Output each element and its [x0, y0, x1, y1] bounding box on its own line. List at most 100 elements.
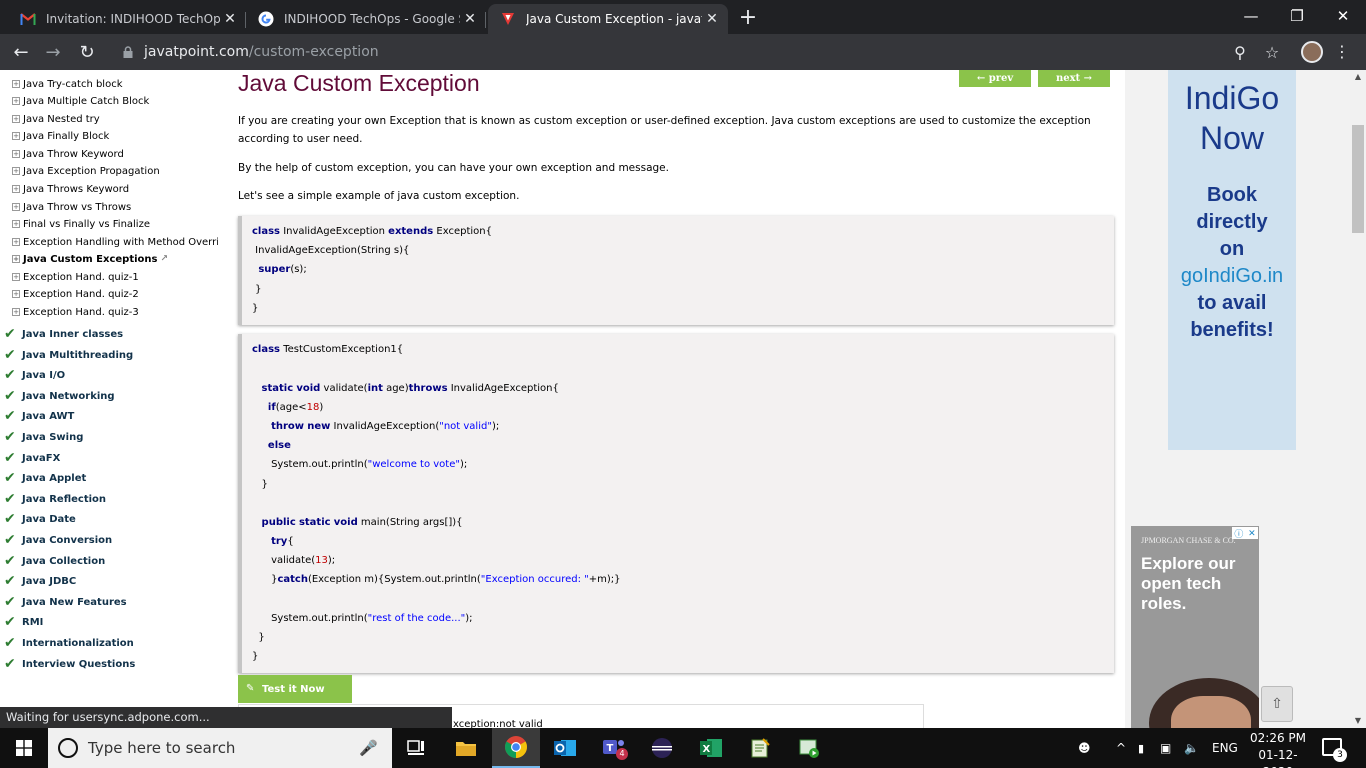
expand-icon: + — [12, 203, 20, 211]
search-placeholder: Type here to search — [88, 739, 236, 757]
zoom-icon[interactable]: ⚲ — [1230, 42, 1250, 62]
tutorial-sidebar: + Java Try-catch block + Java Multiple Cat… — [0, 70, 225, 728]
sidebar-section[interactable]: ✔ Java I/O — [4, 367, 65, 383]
sidebar-section[interactable]: ✔ Java Collection — [4, 553, 105, 569]
tab-java-custom-exception[interactable]: Java Custom Exception - javatpoi ✕ — [488, 4, 728, 34]
sidebar-item[interactable]: + Java Throw vs Throws — [12, 199, 131, 215]
sidebar-section[interactable]: ✔ Java Networking — [4, 388, 115, 404]
tab-gmail[interactable]: Invitation: INDIHOOD TechOps (T ✕ — [8, 4, 246, 34]
sidebar-section[interactable]: ✔ Java Inner classes — [4, 326, 123, 342]
menu-icon[interactable]: ⋮ — [1332, 42, 1352, 62]
sidebar-item[interactable]: + Exception Hand. quiz-3 — [12, 304, 139, 320]
network-icon[interactable]: ▣ — [1160, 728, 1171, 768]
excel-app[interactable]: X — [687, 728, 735, 768]
show-hidden-icons[interactable]: ^ — [1116, 728, 1126, 768]
test-it-now-button[interactable]: ✎ Test it Now — [238, 675, 352, 703]
folder-icon — [456, 742, 476, 756]
ad-choices-icon[interactable]: ⓘ ✕ — [1232, 527, 1258, 539]
sidebar-item[interactable]: + Exception Handling with Method Overric — [12, 234, 218, 250]
scrollbar-thumb[interactable] — [1352, 125, 1364, 233]
close-tab-icon[interactable]: ✕ — [702, 11, 722, 27]
scroll-to-top-button[interactable]: ⇧ — [1261, 686, 1293, 722]
sidebar-item[interactable]: + Java Try-catch block — [12, 76, 123, 92]
reload-button[interactable]: ↻ — [74, 39, 100, 65]
tab-title: INDIHOOD TechOps - Google Se — [284, 12, 460, 26]
sidebar-section[interactable]: ✔ Java JDBC — [4, 573, 76, 589]
sidebar-section[interactable]: ✔ Java Multithreading — [4, 347, 133, 363]
back-button[interactable]: ← — [8, 39, 34, 65]
notepad-app[interactable] — [736, 728, 784, 768]
sidebar-section[interactable]: ✔ Java AWT — [4, 408, 74, 424]
expand-icon: + — [12, 220, 20, 228]
media-app[interactable] — [785, 728, 833, 768]
code-line: super(s); — [258, 264, 307, 275]
sidebar-section[interactable]: ✔ Java Swing — [4, 429, 83, 445]
minimize-button[interactable]: — — [1228, 0, 1274, 32]
bookmark-star-icon[interactable]: ☆ — [1262, 42, 1282, 62]
sidebar-section[interactable]: ✔ Java New Features — [4, 594, 127, 610]
file-explorer-app[interactable] — [442, 728, 490, 768]
sidebar-item[interactable]: + Final vs Finally vs Finalize — [12, 216, 150, 232]
lock-icon — [123, 46, 133, 58]
scroll-up-arrow[interactable]: ▲ — [1350, 70, 1366, 84]
profile-avatar[interactable] — [1301, 41, 1323, 63]
next-button[interactable]: next → — [1038, 70, 1110, 87]
close-window-button[interactable]: ✕ — [1320, 0, 1366, 32]
start-button[interactable] — [0, 728, 48, 768]
url-host: javatpoint.com — [144, 44, 249, 60]
code-block[interactable]: class TestCustomException1{ static void … — [238, 334, 1114, 673]
address-bar[interactable]: javatpoint.com/custom-exception — [108, 38, 1288, 66]
tab-google-search[interactable]: INDIHOOD TechOps - Google Se ✕ — [246, 4, 486, 34]
volume-icon[interactable]: 🔈 — [1184, 728, 1199, 768]
sidebar-item[interactable]: + Exception Hand. quiz-1 — [12, 269, 139, 285]
expand-icon: + — [12, 185, 20, 193]
expand-icon: + — [12, 115, 20, 123]
sidebar-section[interactable]: ✔ Java Applet — [4, 470, 86, 486]
task-view-button[interactable] — [392, 728, 440, 768]
tab-title: Invitation: INDIHOOD TechOps (T — [46, 12, 220, 26]
taskbar-search[interactable]: Type here to search 🎤 — [48, 728, 392, 768]
notepad-icon — [751, 738, 770, 758]
outlook-app[interactable] — [541, 728, 589, 768]
chrome-app[interactable] — [492, 728, 540, 768]
battery-icon[interactable]: ▮ — [1138, 728, 1144, 768]
close-tab-icon[interactable]: ✕ — [460, 11, 480, 27]
check-icon: ✔ — [4, 367, 16, 383]
sidebar-section[interactable]: ✔ Java Date — [4, 511, 76, 527]
gmail-icon — [20, 11, 36, 27]
sidebar-section[interactable]: ✔ Internationalization — [4, 635, 134, 651]
vertical-scrollbar[interactable]: ▲ ▼ — [1350, 70, 1366, 728]
restore-button[interactable]: ❐ — [1274, 0, 1320, 32]
sidebar-item[interactable]: + Java Finally Block — [12, 128, 109, 144]
sidebar-section[interactable]: ✔ JavaFX — [4, 450, 60, 466]
system-clock[interactable]: 02:26 PM 01-12-2020 — [1244, 730, 1312, 768]
sidebar-section[interactable]: ✔ Java Reflection — [4, 491, 106, 507]
microphone-icon[interactable]: 🎤 — [359, 739, 378, 757]
forward-button[interactable]: → — [40, 39, 66, 65]
teams-app[interactable]: T 4 — [590, 728, 638, 768]
check-icon: ✔ — [4, 491, 16, 507]
sidebar-item[interactable]: + Exception Hand. quiz-2 — [12, 286, 139, 302]
sidebar-item[interactable]: + Java Throws Keyword — [12, 181, 129, 197]
cortana-icon — [58, 738, 78, 758]
sidebar-item[interactable]: + Java Nested try — [12, 111, 100, 127]
sidebar-section[interactable]: ✔ Java Conversion — [4, 532, 112, 548]
jpmorgan-ad[interactable]: JPMORGAN CHASE & CO. Explore our open te… — [1131, 526, 1259, 728]
scroll-down-arrow[interactable]: ▼ — [1350, 714, 1366, 728]
close-tab-icon[interactable]: ✕ — [220, 11, 240, 27]
sidebar-item-current[interactable]: + Java Custom Exceptions ↗ — [12, 251, 168, 267]
people-icon[interactable]: ☻ — [1078, 728, 1091, 768]
check-icon: ✔ — [4, 656, 16, 672]
sidebar-item[interactable]: + Java Throw Keyword — [12, 146, 124, 162]
eclipse-app[interactable] — [638, 728, 686, 768]
prev-button[interactable]: ← prev — [959, 70, 1031, 87]
new-tab-button[interactable]: + — [734, 6, 762, 32]
sidebar-section[interactable]: ✔ RMI — [4, 614, 43, 630]
sidebar-item[interactable]: + Java Exception Propagation — [12, 163, 160, 179]
sidebar-section[interactable]: ✔ Interview Questions — [4, 656, 135, 672]
language-indicator[interactable]: ENG — [1212, 728, 1238, 768]
code-block[interactable]: class InvalidAgeException extends Except… — [238, 216, 1114, 325]
check-icon: ✔ — [4, 408, 16, 424]
sidebar-item[interactable]: + Java Multiple Catch Block — [12, 93, 149, 109]
indigo-ad[interactable]: IndiGo Now Book directly on goIndiGo.in … — [1168, 70, 1296, 450]
